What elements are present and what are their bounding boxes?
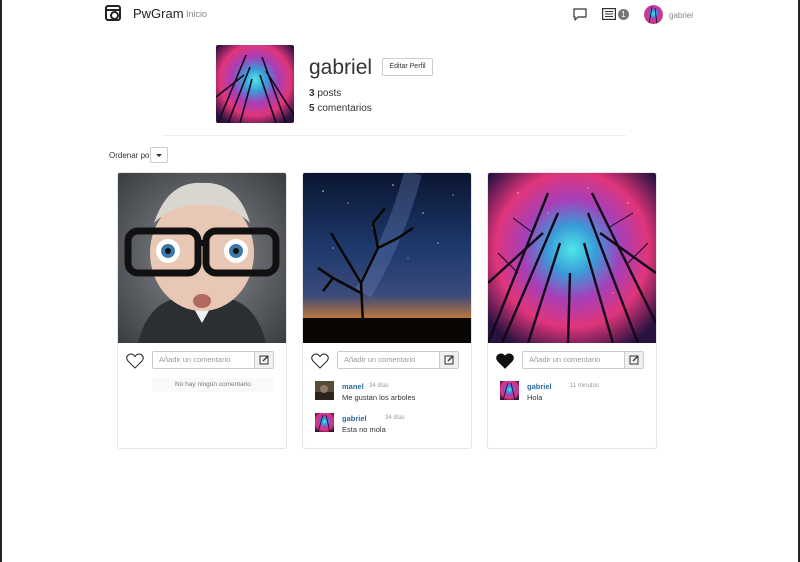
sort-label: Ordenar por bbox=[109, 151, 153, 160]
edit-profile-button[interactable]: Editar Perfil bbox=[382, 58, 433, 76]
comment-input[interactable]: Añadir un comentario bbox=[152, 351, 254, 369]
send-comment-button[interactable] bbox=[624, 351, 644, 369]
nav-home-link[interactable]: Inicio bbox=[186, 9, 207, 19]
edit-icon bbox=[629, 355, 639, 365]
post-card: Añadir un comentario manel 34 días Me gu… bbox=[302, 172, 472, 449]
comment-timestamp: 11 minutos bbox=[570, 383, 599, 389]
posts-label: posts bbox=[317, 88, 342, 99]
commenter-username[interactable]: gabriel bbox=[342, 414, 367, 423]
comment-item: gabriel 34 días Esta no mola bbox=[315, 413, 465, 437]
edit-icon bbox=[259, 355, 269, 365]
send-comment-button[interactable] bbox=[254, 351, 274, 369]
brand-name[interactable]: PwGram bbox=[133, 6, 184, 21]
comments-stat: 5 comentarios bbox=[309, 103, 372, 114]
navbar: PwGram Inicio 1 gabriel bbox=[2, 0, 798, 30]
section-divider bbox=[162, 135, 626, 136]
comment-text: Esta no mola bbox=[342, 425, 386, 434]
posts-count: 3 bbox=[309, 88, 315, 99]
comment-item: manel 34 días Me gustan los arboles bbox=[315, 381, 465, 405]
profile-picture bbox=[216, 45, 294, 123]
commenter-avatar[interactable] bbox=[315, 413, 334, 432]
commenter-avatar[interactable] bbox=[315, 381, 334, 400]
nav-username[interactable]: gabriel bbox=[669, 11, 693, 20]
comment-item: gabriel 11 minutos Hola bbox=[500, 381, 650, 405]
heart-outline-icon[interactable] bbox=[311, 353, 329, 369]
post-image-child[interactable] bbox=[118, 173, 286, 343]
comments-label: comentarios bbox=[317, 103, 372, 114]
commenter-avatar[interactable] bbox=[500, 381, 519, 400]
heart-outline-icon[interactable] bbox=[126, 353, 144, 369]
window-frame-left bbox=[0, 0, 2, 562]
comment-timestamp: 34 días bbox=[385, 415, 405, 421]
posts-stat: 3 posts bbox=[309, 88, 341, 99]
comments-count: 5 bbox=[309, 103, 315, 114]
comment-input[interactable]: Añadir un comentario bbox=[337, 351, 439, 369]
post-image-purple-forest[interactable] bbox=[488, 173, 656, 343]
notification-badge[interactable]: 1 bbox=[618, 9, 629, 20]
post-image-night-tree[interactable] bbox=[303, 173, 471, 343]
comment-timestamp: 34 días bbox=[369, 383, 389, 389]
feed-list-icon[interactable] bbox=[602, 8, 616, 20]
send-comment-button[interactable] bbox=[439, 351, 459, 369]
heart-filled-icon[interactable] bbox=[496, 353, 514, 369]
comment-text: Me gustan los arboles bbox=[342, 393, 416, 402]
sort-dropdown-button[interactable] bbox=[150, 147, 168, 163]
instagram-camera-icon[interactable] bbox=[105, 5, 121, 21]
comment-input[interactable]: Añadir un comentario bbox=[522, 351, 624, 369]
post-card: Añadir un comentario gabriel 11 minutos … bbox=[487, 172, 657, 449]
profile-username: gabriel bbox=[309, 56, 373, 79]
post-card: Añadir un comentario No hay ningún comen… bbox=[117, 172, 287, 449]
user-avatar[interactable] bbox=[644, 5, 663, 24]
chat-bubble-icon[interactable] bbox=[573, 8, 587, 21]
edit-icon bbox=[444, 355, 454, 365]
no-comments-message: No hay ningún comentario bbox=[152, 378, 274, 392]
commenter-username[interactable]: gabriel bbox=[527, 382, 552, 391]
commenter-username[interactable]: manel bbox=[342, 382, 364, 391]
comment-text: Hola bbox=[527, 393, 543, 402]
